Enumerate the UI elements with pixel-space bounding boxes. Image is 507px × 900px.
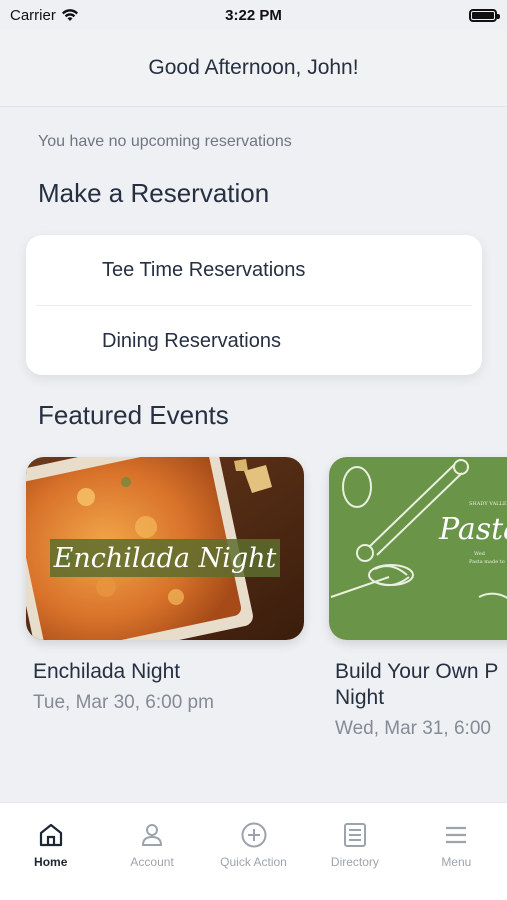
tab-directory[interactable]: Directory: [304, 803, 405, 900]
person-icon: [142, 824, 163, 846]
tab-quick-action[interactable]: Quick Action: [203, 803, 304, 900]
event-title-pasta-line1[interactable]: Build Your Own P: [335, 659, 498, 685]
carrier-group: Carrier: [10, 7, 79, 24]
carrier-label: Carrier: [10, 6, 56, 24]
make-reservation-heading: Make a Reservation: [38, 178, 270, 208]
battery-icon: [469, 8, 500, 22]
event-title-pasta-line2[interactable]: Night: [335, 685, 384, 711]
event-card-image-enchilada[interactable]: Enchilada Night: [26, 457, 304, 640]
enchilada-image: Enchilada Night: [26, 457, 304, 640]
tee-time-reservations-button[interactable]: Tee Time Reservations: [26, 235, 482, 305]
enchilada-image-title: Enchilada Night: [53, 543, 277, 574]
wifi-icon: [61, 9, 78, 21]
tab-account-label: Account: [130, 855, 174, 869]
greeting-title: Good Afternoon, John!: [148, 56, 359, 79]
svg-text:Pasta made to: Pasta made to: [469, 559, 505, 565]
svg-text:SHADY VALLEY: SHADY VALLEY: [469, 501, 507, 507]
home-icon: [39, 823, 62, 847]
header: Good Afternoon, John!: [0, 30, 507, 107]
reservation-card: Tee Time Reservations Dining Reservation…: [26, 235, 482, 375]
svg-text:Wed: Wed: [474, 551, 486, 557]
tab-account[interactable]: Account: [101, 803, 202, 900]
event-card-image-pasta[interactable]: SHADY VALLEY Pasta Wed Pasta made to: [329, 457, 507, 640]
tab-menu-label: Menu: [441, 855, 472, 869]
dining-reservations-button[interactable]: Dining Reservations: [26, 306, 482, 376]
pasta-image-title: Pasta: [438, 512, 507, 547]
tab-quick-action-label: Quick Action: [220, 855, 287, 869]
tab-bar: Home Account Quick Action Directory Menu: [0, 802, 507, 900]
tab-directory-label: Directory: [330, 855, 379, 869]
tab-menu[interactable]: Menu: [406, 803, 507, 900]
tab-home-label: Home: [34, 855, 68, 869]
event-date-enchilada: Tue, Mar 30, 6:00 pm: [33, 692, 214, 713]
hamburger-icon: [446, 826, 467, 844]
directory-icon: [343, 823, 366, 847]
event-title-enchilada[interactable]: Enchilada Night: [33, 659, 180, 685]
plus-circle-icon: [241, 822, 267, 848]
no-reservations-message: You have no upcoming reservations: [38, 133, 292, 150]
featured-events-heading: Featured Events: [38, 400, 229, 430]
pasta-image: SHADY VALLEY Pasta Wed Pasta made to: [329, 457, 507, 640]
status-bar: Carrier 3:22 PM: [0, 0, 507, 30]
tab-home[interactable]: Home: [0, 803, 101, 900]
event-date-pasta: Wed, Mar 31, 6:00: [335, 718, 491, 739]
